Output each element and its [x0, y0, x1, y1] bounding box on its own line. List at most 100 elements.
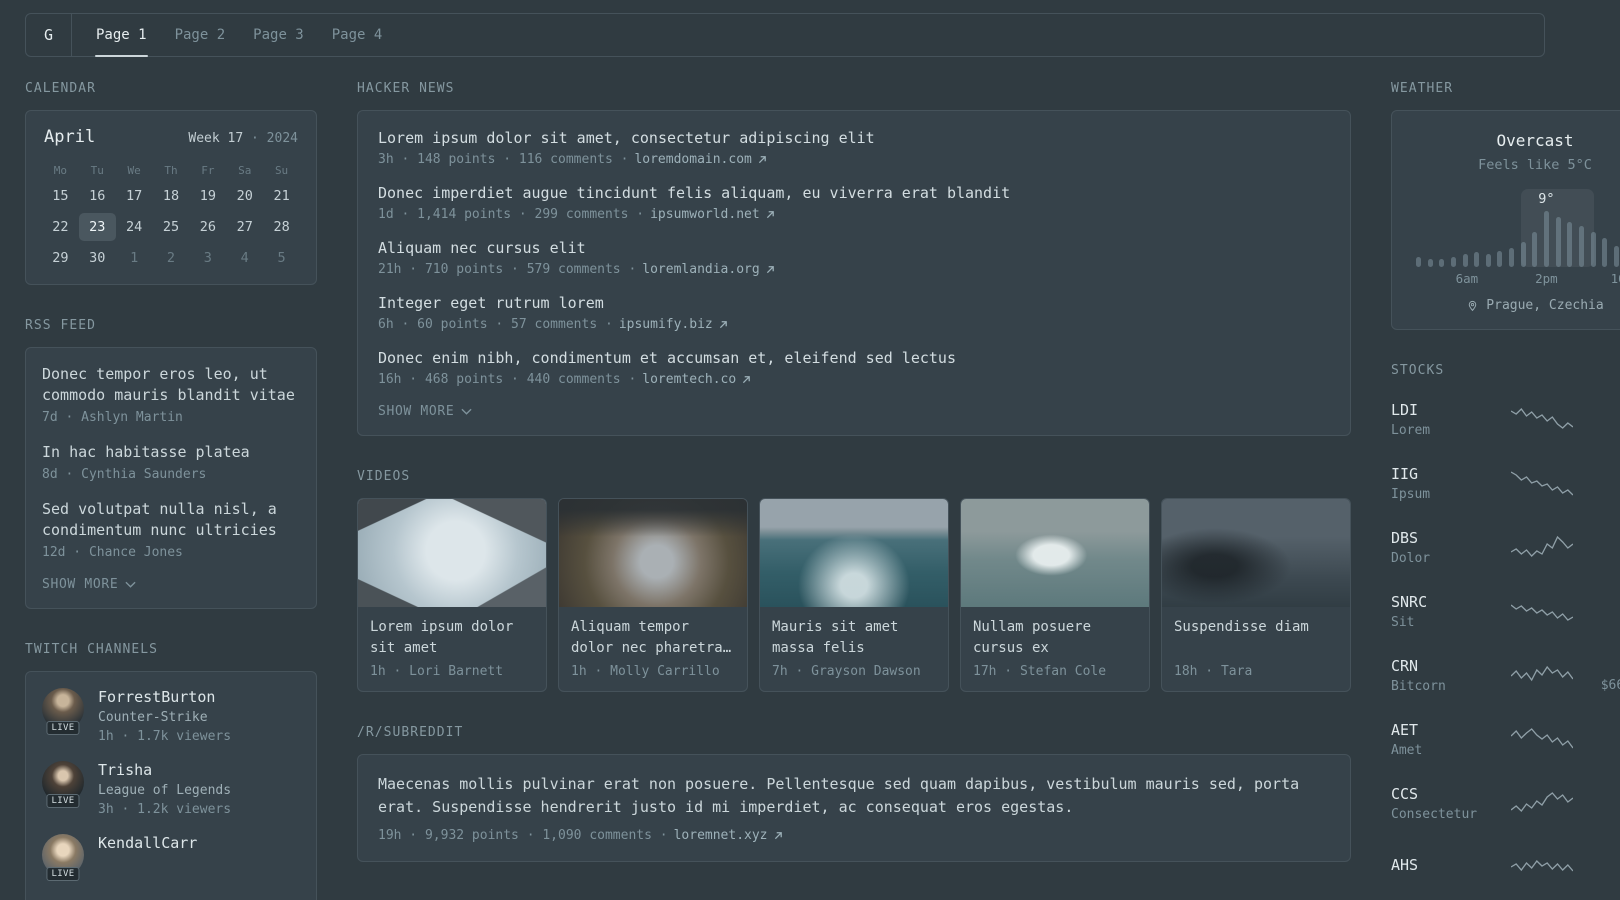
stock-row[interactable]: IIG Ipsum +2.84% $42.04	[1391, 460, 1620, 506]
page-tab[interactable]: Page 3	[239, 14, 318, 56]
page-tab[interactable]: Page 1	[82, 14, 161, 57]
calendar-widget: CALENDAR April Week 17 · 2024 Mo Tu We Th Fr…	[25, 81, 317, 285]
video-meta: 18h · Tara	[1174, 664, 1253, 679]
day-of-week-label: Sa	[238, 164, 252, 177]
video-thumbnail	[559, 499, 747, 607]
twitch-channel-item[interactable]: LIVE Trisha League of Legends 3h · 1.2k …	[42, 761, 300, 817]
stock-symbol: AHS	[1391, 856, 1419, 874]
rss-item[interactable]: Sed volutpat nulla nisl, a condimentum n…	[42, 499, 300, 560]
stock-change: +1.42%	[1585, 530, 1620, 546]
rss-item-title: Donec tempor eros leo, ut commodo mauris…	[42, 365, 295, 404]
calendar-day: 24	[126, 219, 143, 235]
twitch-channel-item[interactable]: LIVE ForrestBurton Counter-Strike 1h · 1…	[42, 688, 300, 744]
stock-symbol: AET	[1391, 720, 1419, 739]
video-title: Lorem ipsum dolor sit amet consectetu…	[370, 619, 514, 656]
calendar-day-headers: Mo Tu We Th Fr Sa Su	[42, 159, 300, 182]
temperature-bar	[1613, 246, 1619, 267]
item-domain-link[interactable]: ipsumworld.net	[650, 207, 760, 222]
twitch-channel-item[interactable]: LIVE KendallCarr	[42, 834, 300, 881]
rss-show-more-button[interactable]: SHOW MORE	[42, 577, 300, 592]
hacker-news-item-title[interactable]: Lorem ipsum dolor sit amet, consectetur …	[378, 129, 1330, 147]
time-axis-label: 6am	[1455, 271, 1479, 286]
page-tab[interactable]: Page 4	[318, 14, 397, 56]
stock-sparkline	[1511, 792, 1573, 813]
hacker-news-item-title[interactable]: Integer eget rutrum lorem	[378, 294, 1330, 312]
calendar-year: · 2024	[251, 131, 298, 146]
stock-row[interactable]: AHS +0.46%	[1391, 844, 1620, 890]
video-title: Suspendisse diam	[1174, 619, 1309, 635]
item-domain-link[interactable]: ipsumify.biz	[619, 317, 713, 332]
hacker-news-card: Lorem ipsum dolor sit amet, consectetur …	[357, 110, 1351, 436]
page-tab[interactable]: Page 2	[161, 14, 240, 56]
item-stats: 3h · 148 points · 116 comments ·	[378, 152, 629, 167]
show-more-label: SHOW MORE	[378, 404, 455, 419]
twitch-channel-name: ForrestBurton	[98, 688, 216, 706]
temperature-bar	[1544, 211, 1550, 267]
rss-item-meta: 8d · Cynthia Saunders	[42, 467, 207, 482]
weather-card: Overcast Feels like 5°C 9° 6am 2pm 10pm	[1391, 110, 1620, 330]
video-card[interactable]: Lorem ipsum dolor sit amet consectetu… 1…	[357, 498, 547, 692]
hacker-news-item-title[interactable]: Donec imperdiet augue tincidunt felis al…	[378, 184, 1330, 202]
video-card[interactable]: Mauris sit amet massa felis 7h · Grayson…	[759, 498, 949, 692]
video-card[interactable]: Suspendisse diam 18h · Tara	[1161, 498, 1351, 692]
item-domain-link[interactable]: loremlandia.org	[642, 262, 759, 277]
video-card-body: Aliquam tempor dolor nec pharetra… 1h · …	[559, 607, 747, 691]
stock-price: $795.18	[1585, 422, 1620, 437]
item-domain-link[interactable]: loremnet.xyz	[674, 828, 768, 843]
rss-item-meta: 7d · Ashlyn Martin	[42, 410, 183, 425]
stock-sparkline	[1511, 859, 1573, 872]
stock-row[interactable]: LDI Lorem +4.35% $795.18	[1391, 396, 1620, 442]
stock-row[interactable]: AET Amet +0.92% $499.72	[1391, 716, 1620, 762]
day-of-week-label: We	[127, 164, 141, 177]
stock-row[interactable]: DBS Dolor +1.42% $156.28	[1391, 524, 1620, 570]
temperature-bars	[1416, 189, 1620, 267]
stock-figures: +0.51% $165.84	[1585, 786, 1620, 821]
external-link-icon	[766, 211, 774, 219]
stock-row[interactable]: SNRC Sit +1.36% $148.64	[1391, 588, 1620, 634]
item-domain-link[interactable]: loremdomain.com	[634, 152, 751, 167]
stock-row[interactable]: CRN Bitcorn -1.00% $66,171.48	[1391, 652, 1620, 698]
twitch-card: LIVE ForrestBurton Counter-Strike 1h · 1…	[25, 671, 317, 900]
temperature-bar	[1520, 242, 1526, 267]
videos-widget: VIDEOS Lorem ipsum dolor sit amet consec…	[357, 469, 1351, 692]
calendar-day: 16	[89, 188, 106, 204]
hacker-news-show-more-button[interactable]: SHOW MORE	[378, 404, 1330, 419]
video-card[interactable]: Nullam posuere cursus ex 17h · Stefan Co…	[960, 498, 1150, 692]
hacker-news-item-meta: 3h · 148 points · 116 comments · loremdo…	[378, 152, 1330, 167]
weather-feels-like: Feels like 5°C	[1478, 157, 1592, 173]
video-meta: 1h · Lori Barnett	[370, 664, 504, 679]
video-card[interactable]: Aliquam tempor dolor nec pharetra… 1h · …	[558, 498, 748, 692]
day-of-week-label: Tu	[90, 164, 104, 177]
chevron-down-icon	[461, 408, 472, 415]
video-meta: 1h · Molly Carrillo	[571, 664, 720, 679]
item-stats: 19h · 9,932 points · 1,090 comments ·	[378, 828, 668, 843]
day-of-week-label: Mo	[53, 164, 68, 177]
rss-item[interactable]: In hac habitasse platea 8d · Cynthia Sau…	[42, 442, 300, 482]
rss-item[interactable]: Donec tempor eros leo, ut commodo mauris…	[42, 364, 300, 425]
stock-row[interactable]: CCS Consectetur +0.51% $165.84	[1391, 780, 1620, 826]
subreddit-post-title[interactable]: Maecenas mollis pulvinar erat non posuer…	[378, 773, 1330, 819]
section-title-weather: WEATHER	[1391, 81, 1454, 96]
hacker-news-widget: HACKER NEWS Lorem ipsum dolor sit amet, …	[357, 81, 1351, 436]
twitch-channel-name: Trisha	[98, 761, 153, 779]
stock-identity: IIG Ipsum	[1391, 465, 1499, 502]
location-pin-icon	[1469, 300, 1477, 312]
live-badge: LIVE	[46, 721, 80, 735]
video-card-row: Lorem ipsum dolor sit amet consectetu… 1…	[357, 498, 1351, 692]
stock-name: Sit	[1391, 614, 1415, 630]
live-badge: LIVE	[46, 794, 80, 808]
twitch-channel-name: KendallCarr	[98, 834, 198, 852]
video-thumbnail	[760, 499, 948, 607]
hacker-news-item-title[interactable]: Aliquam nec cursus elit	[378, 239, 1330, 257]
item-domain-link[interactable]: loremtech.co	[642, 372, 736, 387]
stock-change: +4.35%	[1585, 402, 1620, 418]
stock-sparkline	[1511, 471, 1573, 496]
stock-price: $165.84	[1585, 806, 1620, 821]
calendar-day: 29	[52, 250, 69, 266]
external-link-icon	[774, 832, 782, 840]
weather-location-label: Prague, Czechia	[1486, 298, 1604, 313]
subreddit-card: Maecenas mollis pulvinar erat non posuer…	[357, 754, 1351, 862]
hacker-news-item-title[interactable]: Donec enim nibh, condimentum et accumsan…	[378, 349, 1330, 367]
twitch-channel-game: League of Legends	[98, 783, 232, 798]
hacker-news-item-meta: 16h · 468 points · 440 comments · loremt…	[378, 372, 1330, 387]
